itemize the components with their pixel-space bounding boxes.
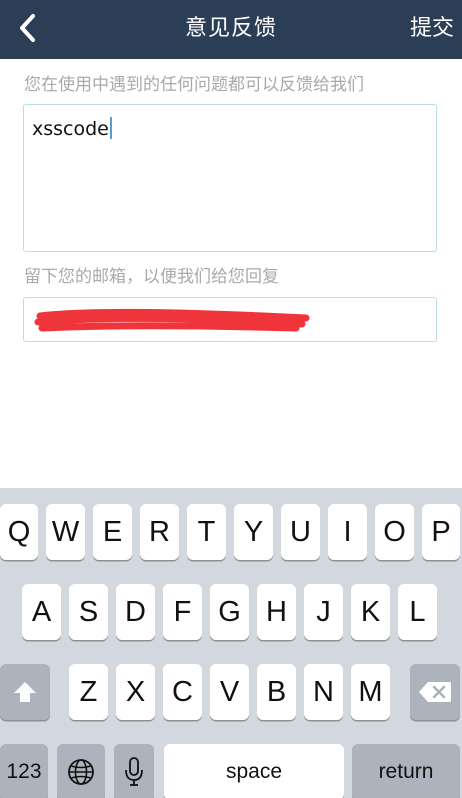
key-x[interactable]: X (116, 664, 155, 720)
space-key[interactable]: space (164, 744, 344, 798)
key-m[interactable]: M (351, 664, 390, 720)
key-q[interactable]: Q (0, 504, 38, 560)
key-k[interactable]: K (351, 584, 390, 640)
key-v[interactable]: V (210, 664, 249, 720)
key-f[interactable]: F (163, 584, 202, 640)
on-screen-keyboard: Q W E R T Y U I O P A S D F G H J K L Z … (0, 488, 462, 798)
key-p[interactable]: P (422, 504, 460, 560)
key-s[interactable]: S (69, 584, 108, 640)
key-h[interactable]: H (257, 584, 296, 640)
key-w[interactable]: W (46, 504, 85, 560)
feedback-screen: 意见反馈 提交 您在使用中遇到的任何问题都可以反馈给我们 xsscode 留下您… (0, 0, 462, 798)
text-cursor (109, 117, 112, 139)
dictation-key[interactable] (114, 744, 154, 798)
navigation-bar: 意见反馈 提交 (0, 0, 462, 59)
key-o[interactable]: O (375, 504, 414, 560)
email-hint: 留下您的邮箱，以便我们给您回复 (24, 267, 279, 287)
key-c[interactable]: C (163, 664, 202, 720)
return-key[interactable]: return (352, 744, 460, 798)
key-y[interactable]: Y (234, 504, 273, 560)
delete-key[interactable] (410, 664, 460, 720)
numbers-key[interactable]: 123 (0, 744, 48, 798)
key-l[interactable]: L (398, 584, 437, 640)
chevron-left-icon (20, 14, 35, 42)
key-t[interactable]: T (187, 504, 226, 560)
email-field[interactable] (23, 297, 437, 342)
key-a[interactable]: A (22, 584, 61, 640)
key-g[interactable]: G (210, 584, 249, 640)
key-d[interactable]: D (116, 584, 155, 640)
redaction-scribble (34, 308, 310, 332)
feedback-text: xsscode (32, 118, 109, 140)
microphone-icon (125, 757, 143, 786)
globe-icon (68, 759, 94, 785)
key-n[interactable]: N (304, 664, 343, 720)
key-e[interactable]: E (93, 504, 132, 560)
key-b[interactable]: B (257, 664, 296, 720)
shift-arrow-icon (14, 682, 36, 702)
back-button[interactable] (10, 8, 46, 48)
key-j[interactable]: J (304, 584, 343, 640)
key-r[interactable]: R (140, 504, 179, 560)
feedback-textarea[interactable]: xsscode (23, 104, 437, 252)
key-i[interactable]: I (328, 504, 367, 560)
submit-button[interactable]: 提交 (410, 0, 454, 59)
globe-key[interactable] (57, 744, 105, 798)
key-u[interactable]: U (281, 504, 320, 560)
backspace-icon (419, 682, 451, 702)
shift-key[interactable] (0, 664, 50, 720)
page-title: 意见反馈 (184, 16, 277, 41)
feedback-hint: 您在使用中遇到的任何问题都可以反馈给我们 (24, 75, 364, 95)
key-z[interactable]: Z (69, 664, 108, 720)
